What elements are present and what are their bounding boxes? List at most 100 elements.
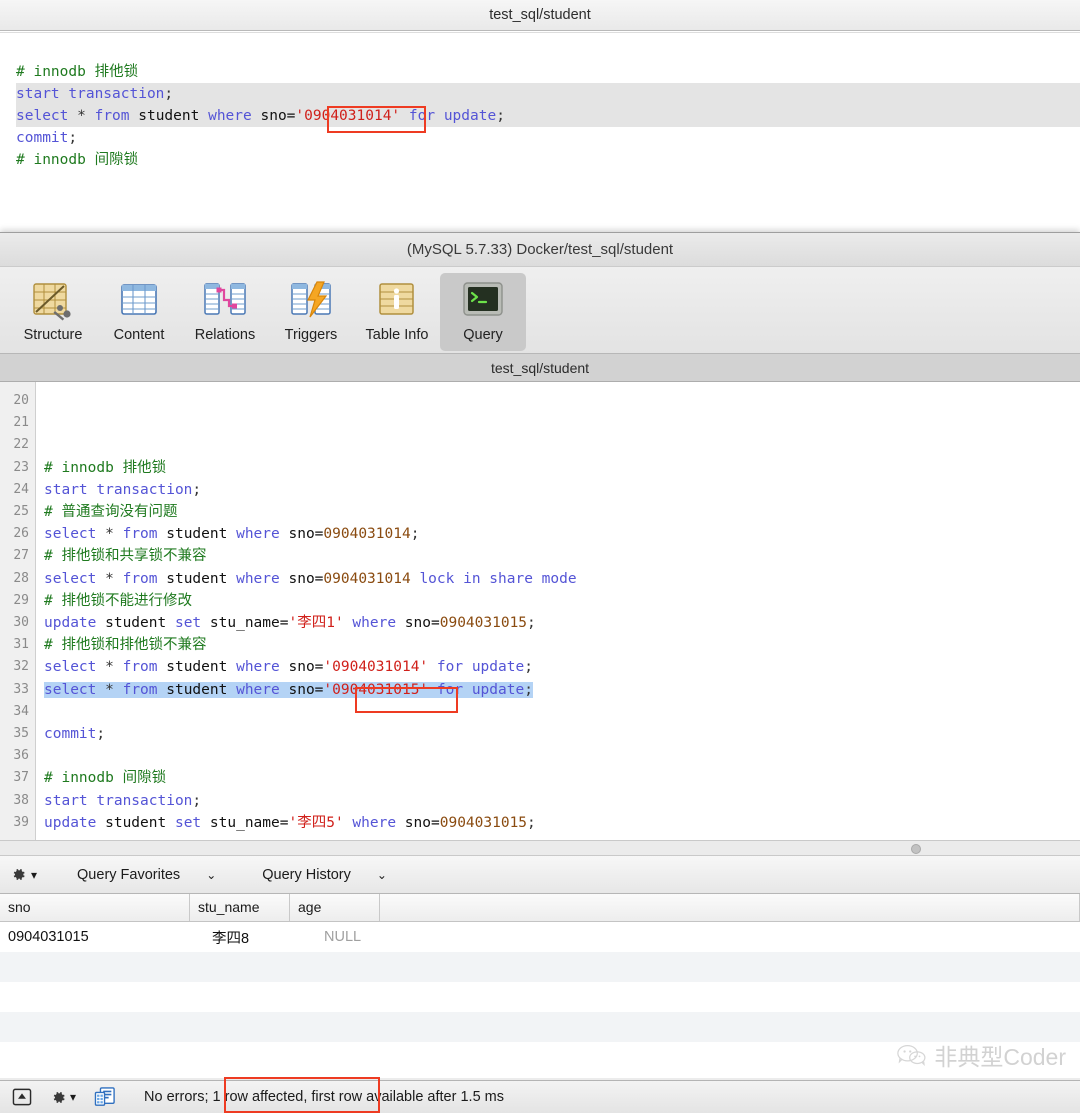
query-favorites-chevron-icon: ⌄ <box>206 867 217 882</box>
toolbar-item-query[interactable]: Query <box>440 273 526 351</box>
background-code-line: start transaction; <box>16 83 1080 105</box>
results-table[interactable]: sno stu_name age 0904031015 李四8 NULL 非典型Code… <box>0 894 1080 1078</box>
status-gear-button[interactable]: ▾ <box>50 1089 76 1106</box>
code-line[interactable]: start transaction; <box>44 790 1080 812</box>
background-window-title: test_sql/student <box>489 7 591 23</box>
toolbar-item-relations[interactable]: Relations <box>182 273 268 351</box>
toolbar-item-label: Structure <box>23 327 83 343</box>
background-sql-editor[interactable]: # innodb 排他锁 start transaction; select * f… <box>0 32 1080 236</box>
code-line[interactable]: select * from student where sno=09040310… <box>44 568 1080 590</box>
line-number: 35 <box>13 726 29 742</box>
code-line[interactable] <box>44 390 1080 412</box>
table-cell-sno[interactable]: 0904031015 <box>0 929 190 945</box>
table-row[interactable]: 0904031015 李四8 NULL <box>0 922 1080 952</box>
results-column-header-spacer <box>380 894 1080 921</box>
code-line[interactable]: # 排他锁和排他锁不兼容 <box>44 634 1080 656</box>
status-bar: ▾ No errors; 1 row affected, first row a… <box>0 1080 1080 1113</box>
code-line[interactable]: # 普通查询没有问题 <box>44 501 1080 523</box>
code-line[interactable]: # innodb 排他锁 <box>44 457 1080 479</box>
query-info-icon[interactable] <box>94 1087 116 1107</box>
results-column-header[interactable]: sno <box>0 894 190 921</box>
line-number: 31 <box>13 637 29 653</box>
query-history-label: Query History <box>262 866 351 883</box>
editor-resize-strip[interactable] <box>0 840 1080 856</box>
show-console-icon[interactable] <box>12 1088 32 1106</box>
query-code-area[interactable]: # innodb 排他锁 start transaction; # 普通查询没有问题… <box>36 382 1080 840</box>
code-line[interactable]: select * from student where sno='0904031… <box>44 656 1080 678</box>
line-number: 22 <box>13 437 29 453</box>
background-code-line: # innodb 排他锁 <box>16 64 139 80</box>
resize-knob[interactable] <box>911 844 921 854</box>
line-number: 34 <box>13 703 29 719</box>
line-number: 38 <box>13 792 29 808</box>
query-favorites-button[interactable]: Query Favorites ⌄ <box>77 867 216 883</box>
background-code-line: commit; <box>16 130 78 146</box>
gear-icon <box>13 869 25 880</box>
code-line[interactable]: update student set stu_name='李四1' where … <box>44 612 1080 634</box>
main-toolbar: Structure Content Relations Triggers Table I… <box>0 267 1080 354</box>
line-number: 28 <box>13 570 29 586</box>
window-title: (MySQL 5.7.33) Docker/test_sql/student <box>406 241 674 258</box>
line-number: 39 <box>13 814 29 830</box>
toolbar-item-label: Content <box>113 327 165 343</box>
code-line[interactable]: select * from student where sno=09040310… <box>44 523 1080 545</box>
tab-test-sql-student[interactable]: test_sql/student <box>491 360 589 376</box>
code-line[interactable] <box>44 745 1080 767</box>
query-history-chevron-icon: ⌄ <box>376 867 387 882</box>
code-line[interactable]: # innodb 间隙锁 <box>44 767 1080 789</box>
background-window-titlebar: test_sql/student <box>0 0 1080 31</box>
code-line[interactable] <box>44 434 1080 456</box>
background-code-line: select * from student where sno='0904031… <box>16 105 1080 127</box>
content-icon <box>115 278 163 324</box>
table-cell-stu_name[interactable]: 李四8 <box>190 927 290 948</box>
line-number: 24 <box>13 481 29 497</box>
query-favorites-label: Query Favorites <box>77 866 181 883</box>
table-cell-age[interactable]: NULL <box>290 929 380 945</box>
line-number: 37 <box>13 770 29 786</box>
results-column-header[interactable]: age <box>290 894 380 921</box>
toolbar-item-label: Relations <box>194 327 256 343</box>
line-number: 23 <box>13 459 29 475</box>
code-line[interactable]: commit; <box>44 723 1080 745</box>
toolbar-item-content[interactable]: Content <box>96 273 182 351</box>
code-line[interactable]: update student set stu_name='李四5' where … <box>44 812 1080 834</box>
screenshot-root: test_sql/student # innodb 排他锁 start trans… <box>0 0 1080 1113</box>
line-number: 21 <box>13 415 29 431</box>
code-line[interactable]: # 排他锁不能进行修改 <box>44 590 1080 612</box>
results-empty-row <box>0 1042 1080 1072</box>
code-line[interactable] <box>44 701 1080 723</box>
gear-icon <box>53 1091 65 1103</box>
results-empty-row <box>0 952 1080 982</box>
background-window: test_sql/student # innodb 排他锁 start trans… <box>0 0 1080 236</box>
query-editor[interactable]: 20 21 22 23 24 25 26 27 28 29 30 31 32 33 34 35 36 37 38 39… <box>0 382 1080 840</box>
results-empty-row <box>0 982 1080 1012</box>
favorites-gear-button[interactable]: ▾ <box>10 866 37 883</box>
code-line[interactable]: # 排他锁和共享锁不兼容 <box>44 545 1080 567</box>
query-favorites-bar: ▾ Query Favorites ⌄ Query History ⌄ <box>0 856 1080 894</box>
code-line[interactable]: select * from student where sno='0904031… <box>44 679 1080 701</box>
code-line[interactable] <box>44 412 1080 434</box>
results-body[interactable]: 0904031015 李四8 NULL <box>0 922 1080 1072</box>
results-column-header[interactable]: stu_name <box>190 894 290 921</box>
background-code-block: # innodb 排他锁 start transaction; select * f… <box>0 33 1080 171</box>
toolbar-item-triggers[interactable]: Triggers <box>268 273 354 351</box>
window-titlebar: (MySQL 5.7.33) Docker/test_sql/student <box>0 233 1080 267</box>
toolbar-item-label: Triggers <box>284 327 338 343</box>
toolbar-item-structure[interactable]: Structure <box>10 273 96 351</box>
line-number: 25 <box>13 504 29 520</box>
line-number: 32 <box>13 659 29 675</box>
query-history-button[interactable]: Query History ⌄ <box>262 867 387 883</box>
tab-bar[interactable]: test_sql/student <box>0 354 1080 382</box>
code-line[interactable]: start transaction; <box>44 479 1080 501</box>
structure-icon <box>29 278 77 324</box>
toolbar-item-table-info[interactable]: Table Info <box>354 273 440 351</box>
background-code-line: # innodb 间隙锁 <box>16 152 139 168</box>
triggers-icon <box>287 278 335 324</box>
line-number: 29 <box>13 592 29 608</box>
line-number: 26 <box>13 526 29 542</box>
table-info-icon <box>373 278 421 324</box>
status-gear-chevron-icon: ▾ <box>70 1090 77 1104</box>
status-message: No errors; 1 row affected, first row ava… <box>144 1089 504 1105</box>
toolbar-item-label: Table Info <box>365 327 429 343</box>
line-number: 30 <box>13 615 29 631</box>
